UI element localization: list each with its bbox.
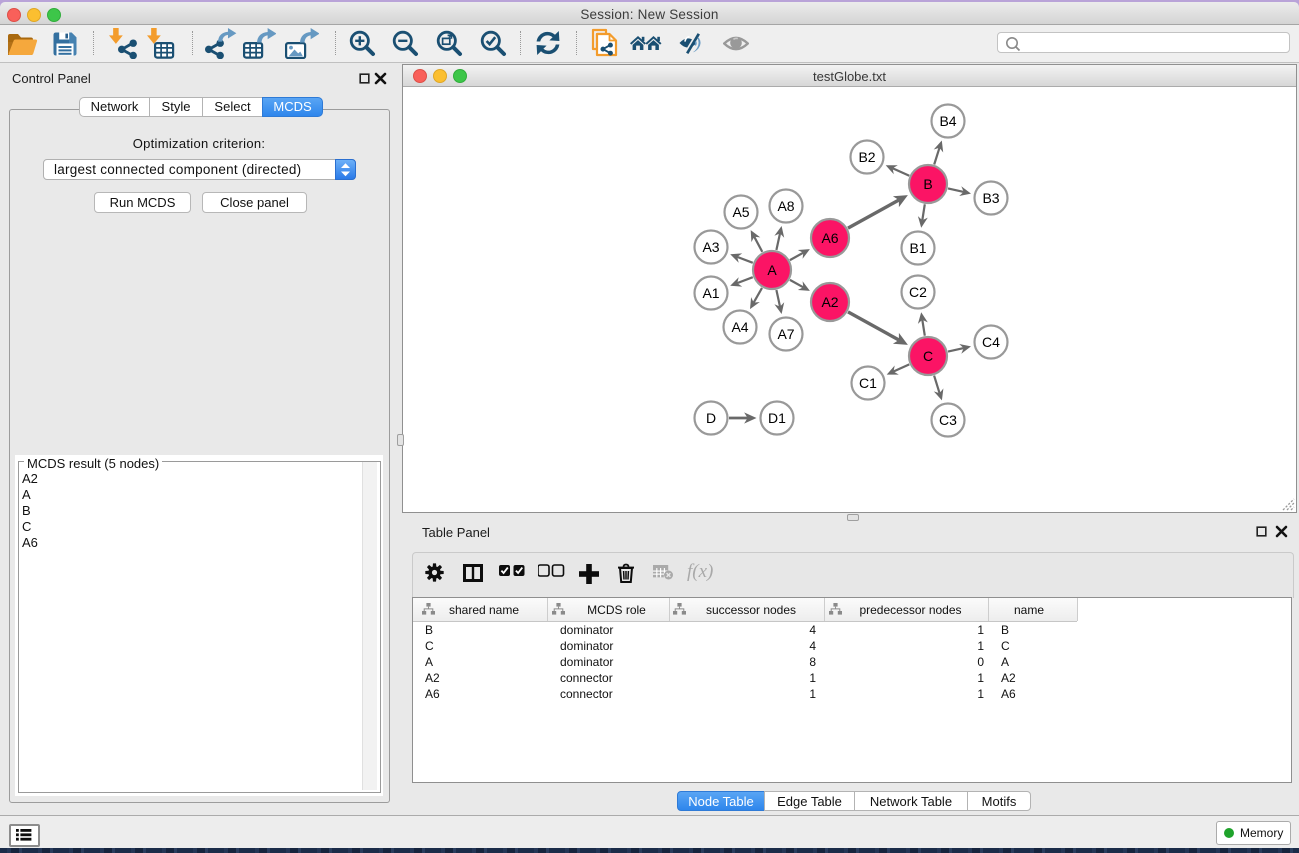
svg-text:A8: A8 xyxy=(777,198,794,214)
svg-text:A4: A4 xyxy=(731,319,748,335)
svg-text:C1: C1 xyxy=(859,375,877,391)
svg-text:C4: C4 xyxy=(982,334,1000,350)
svg-text:A1: A1 xyxy=(702,285,719,301)
svg-text:A3: A3 xyxy=(702,239,719,255)
svg-text:B: B xyxy=(923,176,932,192)
svg-text:B1: B1 xyxy=(909,240,926,256)
svg-text:A5: A5 xyxy=(732,204,749,220)
svg-text:C2: C2 xyxy=(909,284,927,300)
svg-text:A6: A6 xyxy=(821,230,838,246)
svg-text:B3: B3 xyxy=(982,190,999,206)
svg-text:A2: A2 xyxy=(821,294,838,310)
svg-text:B4: B4 xyxy=(939,113,956,129)
svg-text:D: D xyxy=(705,410,715,426)
svg-text:D1: D1 xyxy=(768,410,786,426)
svg-text:C: C xyxy=(922,348,932,364)
svg-text:C3: C3 xyxy=(939,412,957,428)
svg-text:B2: B2 xyxy=(858,149,875,165)
svg-text:A: A xyxy=(767,262,777,278)
svg-text:A7: A7 xyxy=(777,326,794,342)
